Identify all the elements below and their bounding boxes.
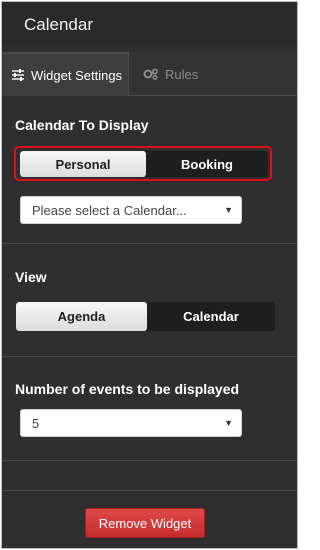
calendar-toggle-highlight	[14, 146, 272, 181]
tab-widget-settings-label: Widget Settings	[31, 67, 123, 83]
calendar-select-placeholder: Please select a Calendar...	[32, 202, 187, 218]
view-toggle: Agenda Calendar	[16, 302, 275, 331]
tab-rules-label: Rules	[165, 66, 199, 82]
widget-settings-panel: Calendar Widget Settings Rules Calendar …	[1, 1, 298, 549]
calendar-view-option[interactable]: Calendar	[147, 302, 275, 331]
tab-widget-settings[interactable]: Widget Settings	[2, 52, 129, 96]
events-section-title: Number of events to be displayed	[15, 381, 240, 397]
section-divider	[2, 243, 297, 244]
panel-header: Calendar	[2, 2, 297, 46]
events-count-value: 5	[32, 415, 40, 431]
footer-divider	[2, 490, 297, 491]
panel-title: Calendar	[24, 15, 93, 34]
sliders-icon	[11, 69, 25, 81]
gears-icon	[143, 68, 159, 80]
calendar-section-title: Calendar To Display	[15, 117, 149, 133]
remove-widget-button[interactable]: Remove Widget	[85, 508, 205, 538]
agenda-option[interactable]: Agenda	[16, 302, 147, 331]
view-section-title: View	[15, 269, 47, 285]
chevron-down-icon: ▼	[224, 205, 233, 215]
tab-rules[interactable]: Rules	[129, 52, 297, 96]
chevron-down-icon: ▼	[224, 418, 233, 428]
section-divider	[2, 356, 297, 357]
calendar-select[interactable]: Please select a Calendar... ▼	[20, 196, 242, 224]
events-count-select[interactable]: 5 ▼	[20, 409, 242, 437]
tab-bar: Widget Settings Rules	[2, 52, 297, 96]
section-divider	[2, 460, 297, 461]
